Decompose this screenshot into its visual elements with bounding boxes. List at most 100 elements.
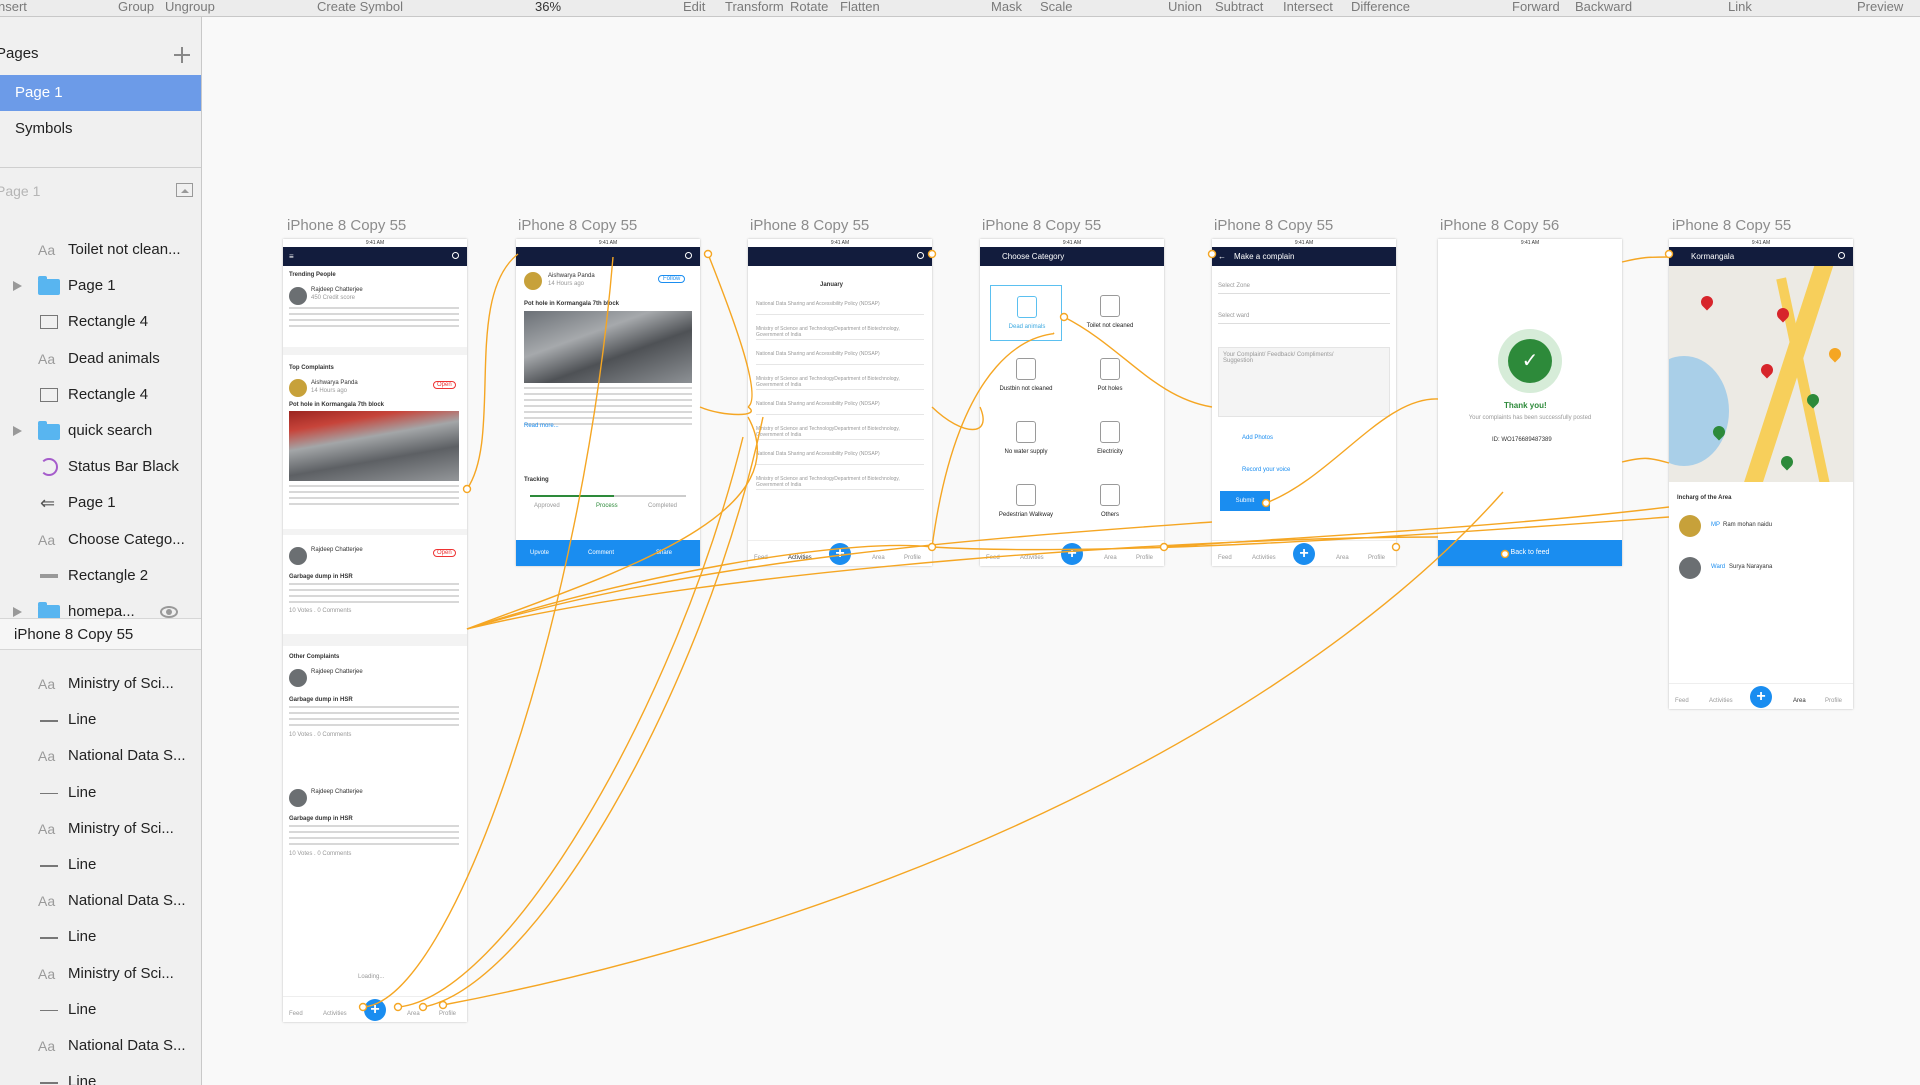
layer-row[interactable]: Line <box>0 992 201 1028</box>
layer-row[interactable]: Aa Ministry of Sci... <box>0 956 201 992</box>
tab-feed[interactable]: Feed <box>289 1011 303 1017</box>
layer-row[interactable]: Aa National Data S... <box>0 1028 201 1064</box>
artboard-complain[interactable]: 9:41 AM ← Make a complain Select Zone Sel… <box>1212 239 1396 566</box>
artboard-detail[interactable]: 9:41 AM Aishwarya Panda 14 Hours ago Fol… <box>516 239 700 566</box>
submit-button[interactable]: Submit <box>1220 491 1270 511</box>
toolbar-scale-button[interactable]: Scale <box>1040 0 1073 13</box>
tab-feed[interactable]: Feed <box>754 555 768 561</box>
layer-row[interactable]: Line <box>0 1064 201 1085</box>
category-tile[interactable]: No water supply <box>990 411 1062 467</box>
artboard-title[interactable]: iPhone 8 Copy 56 <box>1440 217 1559 234</box>
upvote-button[interactable]: Upvote <box>530 540 549 566</box>
add-button[interactable]: + <box>1061 543 1083 565</box>
toolbar-preview-button[interactable]: Preview <box>1857 0 1903 13</box>
toolbar-36--button[interactable]: 36% <box>535 0 561 13</box>
add-page-icon[interactable] <box>172 45 192 65</box>
area-map[interactable] <box>1669 266 1853 482</box>
add-button[interactable]: + <box>364 999 386 1021</box>
layer-row[interactable]: Rectangle 4 <box>0 304 201 340</box>
pin-icon[interactable] <box>1698 293 1716 311</box>
toolbar-transform-button[interactable]: Transform <box>725 0 784 13</box>
layer-row[interactable]: Rectangle 4 <box>0 377 201 413</box>
artboard-thankyou[interactable]: 9:41 AM ✓ Thank you! Your complaints has… <box>1438 239 1622 566</box>
artboard-title[interactable]: iPhone 8 Copy 55 <box>982 217 1101 234</box>
ward-select[interactable]: Select ward <box>1218 313 1249 319</box>
category-tile[interactable]: Pedestrian Walkway <box>990 474 1062 530</box>
zone-select[interactable]: Select Zone <box>1218 283 1250 289</box>
tab-profile[interactable]: Profile <box>1368 555 1385 561</box>
pin-icon[interactable] <box>1778 453 1796 471</box>
layer-row[interactable]: ⇐ Page 1 <box>0 485 201 521</box>
tab-area[interactable]: Area <box>872 555 885 561</box>
mp-name[interactable]: Ram mohan naidu <box>1723 522 1772 528</box>
layer-row[interactable]: Rectangle 2 <box>0 558 201 594</box>
read-more-link[interactable]: Read more... <box>524 423 559 429</box>
activity-item[interactable]: National Data Sharing and Accessibility … <box>756 451 924 457</box>
artboard-title[interactable]: iPhone 8 Copy 55 <box>1214 217 1333 234</box>
tab-profile[interactable]: Profile <box>904 555 921 561</box>
artboard-category[interactable]: 9:41 AM Choose Category Dead animals Toil… <box>980 239 1164 566</box>
artboard-feed[interactable]: 9:41 AM ≡ Trending People Rajdeep Chatte… <box>283 239 467 1022</box>
category-tile[interactable]: Dustbin not cleaned <box>990 348 1062 404</box>
toolbar-difference-button[interactable]: Difference <box>1351 0 1410 13</box>
add-button[interactable]: + <box>1750 686 1772 708</box>
ward-name[interactable]: Surya Narayana <box>1729 564 1772 570</box>
search-icon[interactable] <box>685 252 692 259</box>
page-item-symbols[interactable]: Symbols <box>0 111 201 147</box>
category-tile[interactable]: Toilet not cleaned <box>1074 285 1146 341</box>
activity-item[interactable]: National Data Sharing and Accessibility … <box>756 301 924 307</box>
activity-item[interactable]: National Data Sharing and Accessibility … <box>756 351 924 357</box>
artboard-area[interactable]: 9:41 AM Kormangala Incharg of the Area M… <box>1669 239 1853 709</box>
toolbar-mask-button[interactable]: Mask <box>991 0 1022 13</box>
layer-row[interactable]: Page 1 <box>0 268 201 304</box>
category-tile[interactable]: Dead animals <box>990 285 1062 341</box>
follow-button[interactable]: Follow <box>658 275 686 283</box>
tab-activities[interactable]: Activities <box>323 1011 347 1017</box>
canvas[interactable]: iPhone 8 Copy 55 iPhone 8 Copy 55 iPhone 8… <box>203 17 1920 1085</box>
toolbar-rotate-button[interactable]: Rotate <box>790 0 828 13</box>
category-tile[interactable]: Electricity <box>1074 411 1146 467</box>
artboard-title[interactable]: iPhone 8 Copy 55 <box>750 217 869 234</box>
tab-profile[interactable]: Profile <box>1136 555 1153 561</box>
disclosure-triangle-icon[interactable] <box>13 281 22 292</box>
menu-icon[interactable]: ≡ <box>289 252 294 261</box>
tab-activities[interactable]: Activities <box>1709 698 1733 704</box>
tab-feed[interactable]: Feed <box>986 555 1000 561</box>
activity-item[interactable]: Ministry of Science and TechnologyDepart… <box>756 476 924 488</box>
tab-activities[interactable]: Activities <box>1020 555 1044 561</box>
artboard-title[interactable]: iPhone 8 Copy 55 <box>287 217 406 234</box>
disclosure-triangle-icon[interactable] <box>13 426 22 436</box>
tab-profile[interactable]: Profile <box>439 1011 456 1017</box>
toolbar-link-button[interactable]: Link <box>1728 0 1752 13</box>
layer-row[interactable]: Aa Dead animals <box>0 341 201 377</box>
category-tile[interactable]: Others <box>1074 474 1146 530</box>
toolbar-ungroup-button[interactable]: Ungroup <box>165 0 215 13</box>
layer-row[interactable]: Aa National Data S... <box>0 883 201 919</box>
search-icon[interactable] <box>452 252 459 259</box>
month-selector[interactable]: January <box>820 282 843 288</box>
layer-row[interactable]: Line <box>0 919 201 955</box>
complaint-textarea[interactable]: Your Complaint/ Feedback/ Compliments/ S… <box>1218 347 1390 417</box>
add-button[interactable]: + <box>829 543 851 565</box>
add-photos-link[interactable]: Add Photos <box>1242 435 1273 441</box>
layer-row[interactable]: Aa Choose Catego... <box>0 522 201 558</box>
comment-button[interactable]: Comment <box>588 540 614 566</box>
tab-feed[interactable]: Feed <box>1675 698 1689 704</box>
layer-row[interactable]: Status Bar Black <box>0 449 201 485</box>
back-arrow-icon[interactable]: ← <box>1218 247 1226 266</box>
activity-item[interactable]: Ministry of Science and TechnologyDepart… <box>756 376 924 388</box>
toolbar-nsert-button[interactable]: nsert <box>0 0 27 13</box>
eye-icon[interactable] <box>160 606 178 618</box>
category-tile[interactable]: Pot holes <box>1074 348 1146 404</box>
activity-item[interactable]: Ministry of Science and TechnologyDepart… <box>756 426 924 438</box>
toolbar-intersect-button[interactable]: Intersect <box>1283 0 1333 13</box>
tab-area[interactable]: Area <box>407 1011 420 1017</box>
record-voice-link[interactable]: Record your voice <box>1242 467 1290 473</box>
toolbar-flatten-button[interactable]: Flatten <box>840 0 880 13</box>
tab-feed[interactable]: Feed <box>1218 555 1232 561</box>
layer-row[interactable]: Aa Ministry of Sci... <box>0 811 201 847</box>
tab-profile[interactable]: Profile <box>1825 698 1842 704</box>
layer-row[interactable]: Line <box>0 702 201 738</box>
activity-item[interactable]: Ministry of Science and TechnologyDepart… <box>756 326 924 338</box>
toolbar-edit-button[interactable]: Edit <box>683 0 705 13</box>
